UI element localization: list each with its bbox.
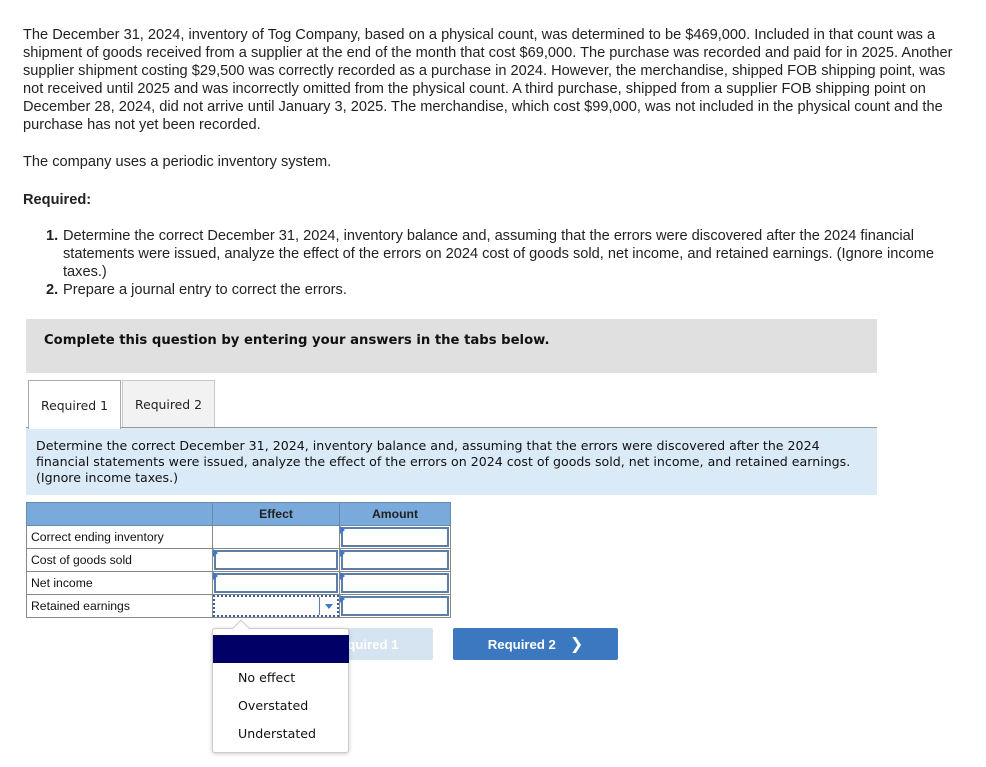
effect-input: [214, 527, 338, 547]
amount-input[interactable]: [341, 573, 449, 593]
requirement-text: Prepare a journal entry to correct the e…: [63, 282, 347, 298]
requirement-number: 2.: [46, 282, 59, 298]
row-label: Correct ending inventory: [26, 525, 213, 549]
row-label: Net income: [26, 571, 213, 595]
dropdown-option-blank-highlighted[interactable]: [213, 635, 349, 663]
next-required-button[interactable]: Required 2 ❯: [453, 628, 618, 660]
tab-divider: [26, 427, 877, 428]
chevron-down-icon: [324, 603, 333, 609]
dropdown-option[interactable]: No effect: [238, 670, 295, 685]
dropdown-arrow[interactable]: [319, 597, 337, 615]
input-marker-icon: [340, 526, 345, 534]
tab-instructions: Determine the correct December 31, 2024,…: [26, 428, 877, 495]
problem-statement: The December 31, 2024, inventory of Tog …: [23, 26, 963, 134]
header-effect: Effect: [212, 502, 340, 526]
amount-cell: [339, 525, 451, 549]
table-row: Net income: [26, 571, 451, 595]
header-amount: Amount: [339, 502, 451, 526]
amount-cell: [339, 594, 451, 618]
requirement-number: 1.: [46, 228, 59, 244]
input-marker-icon: [340, 572, 345, 580]
problem-paragraph: The December 31, 2024, inventory of Tog …: [23, 27, 953, 133]
amount-input[interactable]: [341, 596, 449, 616]
system-note: The company uses a periodic inventory sy…: [23, 154, 332, 170]
input-marker-icon: [213, 549, 218, 557]
effects-table: Effect Amount Correct ending inventory C…: [26, 502, 451, 618]
required-heading: Required:: [23, 192, 92, 208]
requirement-item: 1. Determine the correct December 31, 20…: [46, 227, 966, 281]
table-row: Retained earnings: [26, 594, 451, 618]
header-blank: [26, 502, 213, 526]
requirement-item: 2. Prepare a journal entry to correct th…: [46, 281, 966, 299]
effect-select-focused[interactable]: [213, 595, 339, 617]
effect-select[interactable]: [214, 550, 338, 570]
amount-input[interactable]: [341, 550, 449, 570]
requirement-text: Determine the correct December 31, 2024,…: [63, 228, 935, 280]
tab-required-1[interactable]: Required 1: [28, 380, 121, 429]
input-marker-icon: [340, 549, 345, 557]
dropdown-option[interactable]: Understated: [238, 726, 316, 741]
effect-cell: [212, 571, 340, 595]
effect-cell: [212, 548, 340, 572]
effect-cell: [212, 525, 340, 549]
effect-cell: [212, 594, 340, 618]
input-marker-icon: [340, 595, 345, 603]
effect-dropdown-menu: No effect Overstated Understated: [212, 628, 349, 753]
table-header-row: Effect Amount: [26, 502, 451, 526]
amount-input[interactable]: [341, 527, 449, 547]
dropdown-option[interactable]: Overstated: [238, 698, 308, 713]
next-button-label: Required 2: [487, 636, 556, 652]
amount-cell: [339, 548, 451, 572]
table-row: Cost of goods sold: [26, 548, 451, 572]
input-marker-icon: [213, 572, 218, 580]
effect-select[interactable]: [214, 573, 338, 593]
chevron-right-icon: ❯: [569, 636, 584, 653]
tab-bar: Required 1 Required 2: [26, 380, 877, 429]
tab-required-2[interactable]: Required 2: [122, 380, 215, 428]
instruction-banner: Complete this question by entering your …: [26, 319, 877, 373]
requirements-list: 1. Determine the correct December 31, 20…: [46, 227, 966, 299]
amount-cell: [339, 571, 451, 595]
table-row: Correct ending inventory: [26, 525, 451, 549]
row-label: Cost of goods sold: [26, 548, 213, 572]
row-label: Retained earnings: [26, 594, 213, 618]
